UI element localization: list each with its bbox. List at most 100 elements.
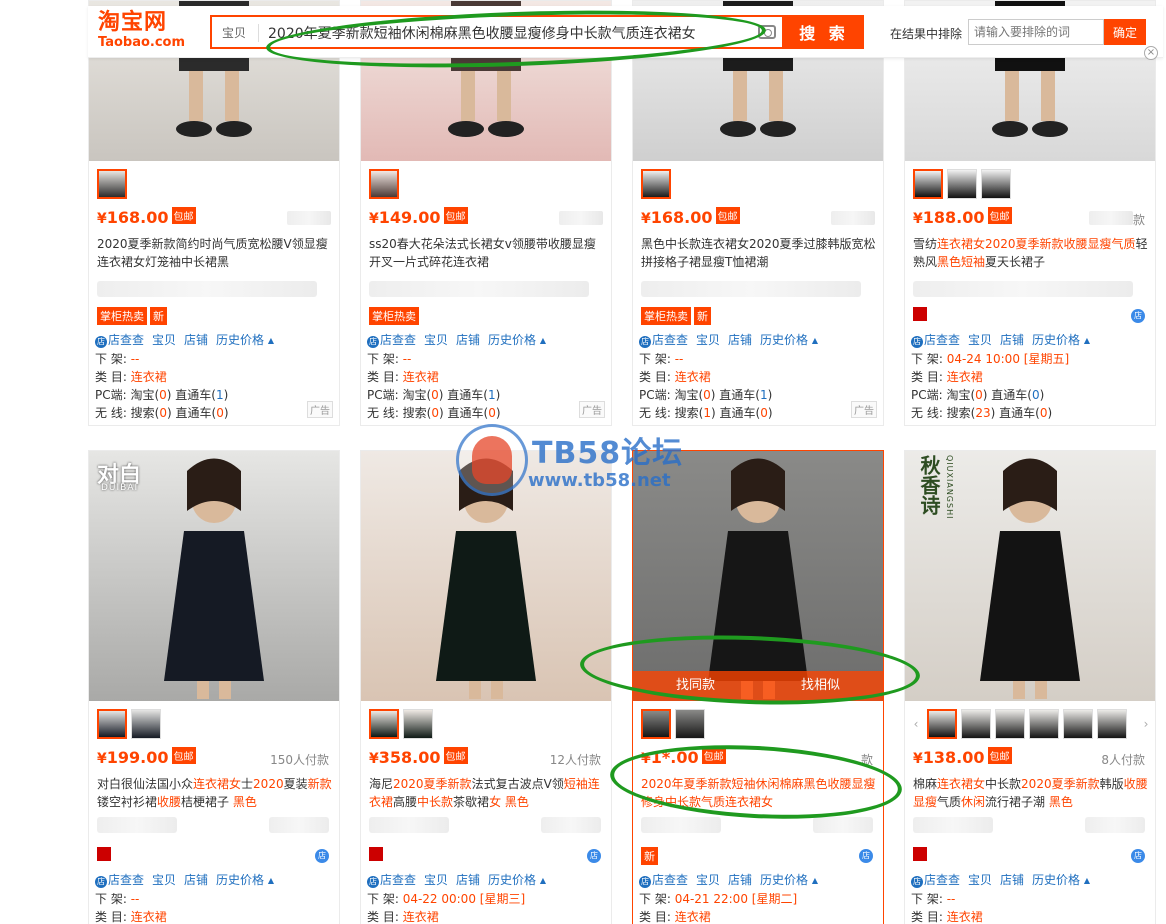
- shop-check-link[interactable]: 店店查查: [639, 331, 688, 350]
- thumbnail[interactable]: [1029, 709, 1059, 739]
- product-card[interactable]: ¥168.00 包邮 黑色中长款连衣裙女2020夏季过膝韩版宽松拼接格子裙显瘦T恤裙…: [632, 0, 884, 426]
- history-price-link[interactable]: 历史价格 ▲: [760, 331, 818, 350]
- shop-link[interactable]: 店铺: [728, 871, 752, 890]
- item-link[interactable]: 宝贝: [424, 331, 448, 350]
- product-title[interactable]: 2020年夏季新款短袖休闲棉麻黑色收腰显瘦修身中长款气质连衣裙女: [641, 775, 877, 811]
- thumbnail[interactable]: [369, 709, 399, 739]
- thumbnail[interactable]: [131, 709, 161, 739]
- title-segment: 黑色: [1048, 795, 1073, 809]
- thumb-next-arrow[interactable]: ›: [1141, 709, 1151, 739]
- history-price-link[interactable]: 历史价格 ▲: [216, 331, 274, 350]
- exclude-confirm-button[interactable]: 确定: [1104, 19, 1146, 45]
- history-price-link[interactable]: 历史价格 ▲: [488, 871, 546, 890]
- history-price-link[interactable]: 历史价格 ▲: [760, 871, 818, 890]
- shop-link[interactable]: 店铺: [184, 871, 208, 890]
- product-title[interactable]: 雪纺连衣裙女2020夏季新款收腰显瘦气质轻熟风黑色短袖夏天长裙子: [913, 235, 1149, 271]
- shop-check-link[interactable]: 店店查查: [367, 871, 416, 890]
- product-title[interactable]: 黑色中长款连衣裙女2020夏季过膝韩版宽松拼接格子裙显瘦T恤裙潮: [641, 235, 877, 271]
- thumbnail[interactable]: [1097, 709, 1127, 739]
- find-similar-button[interactable]: 找相似: [758, 671, 883, 701]
- close-icon[interactable]: ×: [1144, 46, 1158, 60]
- wangwang-chat-icon[interactable]: 店: [1131, 849, 1145, 863]
- product-photo[interactable]: 对白 DUIBAI: [89, 451, 339, 701]
- promo-tags: 掌柜热卖: [369, 307, 419, 325]
- product-card[interactable]: ¥358.00 包邮 12人付款 海尼2020夏季新款法式复古波点V领短袖连衣裙高腰中…: [360, 450, 612, 924]
- category-value[interactable]: 连衣裙: [131, 370, 167, 384]
- item-link[interactable]: 宝贝: [152, 331, 176, 350]
- shop-link[interactable]: 店铺: [456, 331, 480, 350]
- camera-icon[interactable]: [758, 25, 776, 39]
- category-value[interactable]: 连衣裙: [947, 910, 983, 924]
- history-price-link[interactable]: 历史价格 ▲: [488, 331, 546, 350]
- item-link[interactable]: 宝贝: [696, 871, 720, 890]
- product-card[interactable]: ¥149.00 包邮 ss20春大花朵法式长裙女v领腰带收腰显瘦开叉一片式碎花连衣裙…: [360, 0, 612, 426]
- price-value: 149.00: [378, 208, 441, 227]
- search-scope-tab[interactable]: 宝贝: [222, 24, 246, 41]
- category-value[interactable]: 连衣裙: [131, 910, 167, 924]
- thumbnail[interactable]: [641, 709, 671, 739]
- shop-check-link[interactable]: 店店查查: [911, 871, 960, 890]
- thumbnail[interactable]: [675, 709, 705, 739]
- thumbnail[interactable]: [927, 709, 957, 739]
- category-value[interactable]: 连衣裙: [403, 910, 439, 924]
- category-value[interactable]: 连衣裙: [403, 370, 439, 384]
- thumbnail[interactable]: [403, 709, 433, 739]
- wangwang-chat-icon[interactable]: 店: [859, 849, 873, 863]
- product-card[interactable]: 找同款 找相似 ¥1*.00 包邮 款 2020年夏季新款短袖休闲棉麻黑色收腰显瘦修身中长…: [632, 450, 884, 924]
- wangwang-chat-icon[interactable]: 店: [315, 849, 329, 863]
- promo-tag: 新: [694, 307, 711, 325]
- category-value[interactable]: 连衣裙: [675, 370, 711, 384]
- thumbnail[interactable]: [97, 709, 127, 739]
- shop-link[interactable]: 店铺: [1000, 871, 1024, 890]
- history-price-link[interactable]: 历史价格 ▲: [216, 871, 274, 890]
- product-photo[interactable]: 秋香诗 QIUXIANGSHI: [905, 451, 1155, 701]
- shop-check-link[interactable]: 店店查查: [95, 331, 144, 350]
- search-button[interactable]: 搜 索: [784, 15, 864, 49]
- shop-plugin-panel: 店店查查 宝贝 店铺 历史价格 ▲ 下 架: -- 类 目: 连衣裙: [911, 871, 1151, 924]
- thumb-prev-arrow[interactable]: ‹: [911, 709, 921, 739]
- shop-check-link[interactable]: 店店查查: [639, 871, 688, 890]
- category-row: 类 目: 连衣裙: [639, 370, 711, 384]
- product-title[interactable]: 对白很仙法国小众连衣裙女士2020夏装新款镂空衬衫裙收腰桔梗裙子 黑色: [97, 775, 333, 811]
- item-link[interactable]: 宝贝: [152, 871, 176, 890]
- thumbnail[interactable]: [1063, 709, 1093, 739]
- item-link[interactable]: 宝贝: [968, 331, 992, 350]
- thumbnail[interactable]: [97, 169, 127, 199]
- product-title[interactable]: ss20春大花朵法式长裙女v领腰带收腰显瘦开叉一片式碎花连衣裙: [369, 235, 605, 271]
- shop-link[interactable]: 店铺: [1000, 331, 1024, 350]
- plugin-links: 店店查查 宝贝 店铺 历史价格 ▲: [367, 871, 607, 890]
- find-same-button[interactable]: 找同款: [633, 671, 758, 701]
- history-price-link[interactable]: 历史价格 ▲: [1032, 871, 1090, 890]
- product-card[interactable]: 秋香诗 QIUXIANGSHI ‹ › ¥138.00 包邮 8人付款 棉麻连衣裙女中长款20…: [904, 450, 1156, 924]
- product-card[interactable]: ¥168.00 包邮 2020夏季新款简约时尚气质宽松腰V领显瘦连衣裙女灯笼袖中长裙…: [88, 0, 340, 426]
- shop-check-link[interactable]: 店店查查: [367, 331, 416, 350]
- search-input[interactable]: [268, 21, 738, 45]
- wangwang-chat-icon[interactable]: 店: [587, 849, 601, 863]
- history-price-link[interactable]: 历史价格 ▲: [1032, 331, 1090, 350]
- shop-link[interactable]: 店铺: [456, 871, 480, 890]
- shop-check-link[interactable]: 店店查查: [95, 871, 144, 890]
- category-value[interactable]: 连衣裙: [675, 910, 711, 924]
- item-link[interactable]: 宝贝: [424, 871, 448, 890]
- shop-link[interactable]: 店铺: [184, 331, 208, 350]
- thumbnail[interactable]: [995, 709, 1025, 739]
- shop-check-link[interactable]: 店店查查: [911, 331, 960, 350]
- thumbnail[interactable]: [369, 169, 399, 199]
- product-title[interactable]: 2020夏季新款简约时尚气质宽松腰V领显瘦连衣裙女灯笼袖中长裙黑: [97, 235, 333, 271]
- product-card[interactable]: 对白 DUIBAI ¥199.00 包邮 150人付款 对白很仙法国小众连衣裙女士2020…: [88, 450, 340, 924]
- product-title[interactable]: 棉麻连衣裙女中长款2020夏季新款韩版收腰显瘦气质休闲流行裙子潮 黑色: [913, 775, 1149, 811]
- category-value[interactable]: 连衣裙: [947, 370, 983, 384]
- product-title[interactable]: 海尼2020夏季新款法式复古波点V领短袖连衣裙高腰中长款茶歇裙女 黑色: [369, 775, 605, 811]
- wangwang-chat-icon[interactable]: 店: [1131, 309, 1145, 323]
- thumbnail[interactable]: [981, 169, 1011, 199]
- item-link[interactable]: 宝贝: [968, 871, 992, 890]
- thumbnail[interactable]: [947, 169, 977, 199]
- thumbnail[interactable]: [641, 169, 671, 199]
- item-link[interactable]: 宝贝: [696, 331, 720, 350]
- thumbnail[interactable]: [913, 169, 943, 199]
- thumbnail[interactable]: [961, 709, 991, 739]
- exclude-input[interactable]: [968, 19, 1104, 45]
- product-card[interactable]: ¥188.00 包邮 款雪纺连衣裙女2020夏季新款收腰显瘦气质轻熟风黑色短袖夏天长…: [904, 0, 1156, 426]
- taobao-logo[interactable]: 淘宝网 Taobao.com: [98, 10, 188, 54]
- shop-link[interactable]: 店铺: [728, 331, 752, 350]
